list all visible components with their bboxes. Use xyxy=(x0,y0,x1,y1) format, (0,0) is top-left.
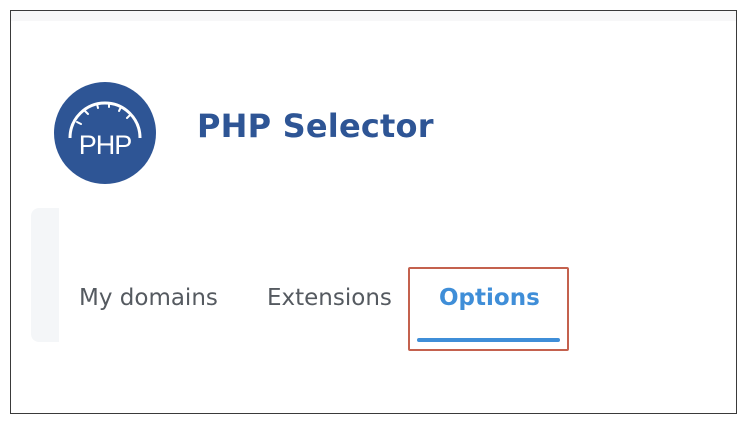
top-strip xyxy=(11,11,736,21)
screenshot-frame: PHP PHP Selector My domains Extensions O… xyxy=(10,10,737,414)
logo-text: PHP xyxy=(79,130,132,160)
tab-my-domains[interactable]: My domains xyxy=(79,285,218,311)
php-logo-icon: PHP xyxy=(54,82,156,184)
options-highlight-box xyxy=(408,267,569,351)
page-title: PHP Selector xyxy=(197,107,434,145)
side-panel xyxy=(31,208,59,342)
tab-extensions[interactable]: Extensions xyxy=(267,285,392,311)
